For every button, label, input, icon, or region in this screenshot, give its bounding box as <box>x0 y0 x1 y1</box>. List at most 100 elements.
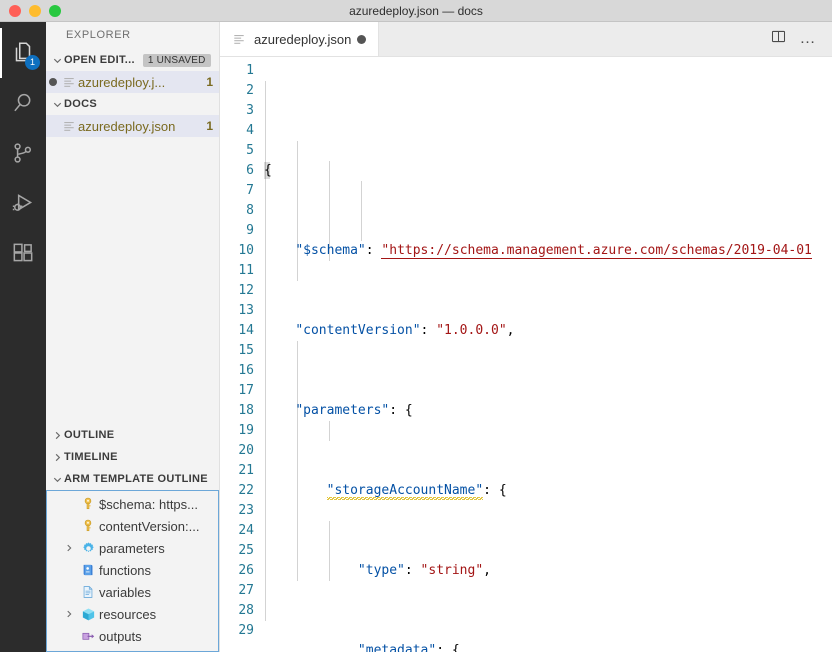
outline-label: OUTLINE <box>64 429 114 441</box>
arm-item-schema[interactable]: $schema: https... <box>47 493 218 515</box>
activity-item-search[interactable] <box>0 78 46 128</box>
token-type-value: "string" <box>421 563 484 578</box>
line-number: 29 <box>220 621 264 641</box>
section-header-arm-template-outline[interactable]: ARM TEMPLATE OUTLINE <box>46 468 219 490</box>
json-file-icon <box>60 120 78 132</box>
line-number: 8 <box>220 201 264 221</box>
chevron-right-icon <box>50 450 64 464</box>
open-editor-problem-count: 1 <box>200 75 213 89</box>
line-number: 25 <box>220 541 264 561</box>
zoom-window-button[interactable] <box>49 5 61 17</box>
chevron-right-icon[interactable] <box>61 543 77 553</box>
line-number: 28 <box>220 601 264 621</box>
source-control-icon <box>10 140 36 166</box>
line-number: 13 <box>220 301 264 321</box>
line-number: 2 <box>220 81 264 101</box>
chevron-down-icon <box>50 472 64 486</box>
line-number: 4 <box>220 121 264 141</box>
line-number: 22 <box>220 481 264 501</box>
line-number: 17 <box>220 381 264 401</box>
arm-item-outputs[interactable]: outputs <box>47 625 218 647</box>
tab-label: azuredeploy.json <box>254 32 351 47</box>
docs-label: DOCS <box>64 98 97 110</box>
json-file-icon <box>230 33 248 45</box>
line-number: 18 <box>220 401 264 421</box>
line-number: 19 <box>220 421 264 441</box>
arm-item-parameters[interactable]: parameters <box>47 537 218 559</box>
extensions-icon <box>10 240 36 266</box>
arm-item-label: variables <box>99 585 151 600</box>
section-header-timeline[interactable]: TIMELINE <box>46 446 219 468</box>
editor-group: azuredeploy.json … <box>220 22 832 652</box>
explorer-sidebar: EXPLORER OPEN EDIT... 1 UNSAVED azuredep… <box>46 22 220 652</box>
split-editor-button[interactable] <box>764 25 792 53</box>
dirty-indicator-icon <box>46 78 60 86</box>
token-storage-account-name-key: "storageAccountName" <box>327 483 484 500</box>
section-header-docs[interactable]: DOCS <box>46 93 219 115</box>
code-line: "type": "string", <box>264 561 832 581</box>
window-controls[interactable] <box>0 5 61 17</box>
arm-item-resources[interactable]: resources <box>47 603 218 625</box>
editor-tab-bar: azuredeploy.json … <box>220 22 832 57</box>
minimize-window-button[interactable] <box>29 5 41 17</box>
token-content-version-value: "1.0.0.0" <box>436 323 506 338</box>
window-title: azuredeploy.json — docs <box>0 0 832 22</box>
activity-item-extensions[interactable] <box>0 228 46 278</box>
docs-file-item[interactable]: azuredeploy.json 1 <box>46 115 219 137</box>
code-content[interactable]: { "$schema": "https://schema.management.… <box>264 57 832 652</box>
chevron-down-icon <box>50 53 64 67</box>
ellipsis-icon: … <box>800 31 817 47</box>
line-number: 7 <box>220 181 264 201</box>
split-editor-icon <box>771 29 786 49</box>
code-line: "parameters": { <box>264 401 832 421</box>
document-icon <box>77 585 99 599</box>
activity-item-explorer[interactable]: 1 <box>0 28 46 78</box>
open-editors-label: OPEN EDIT... <box>64 54 135 66</box>
unsaved-badge: 1 UNSAVED <box>143 54 211 67</box>
arm-item-variables[interactable]: variables <box>47 581 218 603</box>
chevron-right-icon[interactable] <box>61 609 77 619</box>
docs-file-name: azuredeploy.json <box>78 119 200 134</box>
code-line: "metadata": { <box>264 641 832 652</box>
json-file-icon <box>60 76 78 88</box>
line-number: 27 <box>220 581 264 601</box>
arm-item-label: contentVersion:... <box>99 519 199 534</box>
token-type-key: "type" <box>358 563 405 578</box>
activity-bar: 1 <box>0 22 46 652</box>
search-icon <box>10 90 36 116</box>
arm-item-content-version[interactable]: contentVersion:... <box>47 515 218 537</box>
more-actions-button[interactable]: … <box>794 25 822 53</box>
line-number: 24 <box>220 521 264 541</box>
line-number: 3 <box>220 101 264 121</box>
run-debug-icon <box>10 190 36 216</box>
docs-tree-body <box>46 137 219 424</box>
activity-item-source-control[interactable] <box>0 128 46 178</box>
tab-dirty-indicator-icon[interactable] <box>357 35 366 44</box>
line-number: 15 <box>220 341 264 361</box>
token-schema-url[interactable]: "https://schema.management.azure.com/sch… <box>381 243 811 259</box>
book-icon <box>77 563 99 577</box>
arm-item-label: functions <box>99 563 151 578</box>
activity-item-run-and-debug[interactable] <box>0 178 46 228</box>
workbench: 1 <box>0 22 832 652</box>
key-icon <box>77 497 99 511</box>
tab-azuredeploy-json[interactable]: azuredeploy.json <box>220 22 379 56</box>
close-window-button[interactable] <box>9 5 21 17</box>
line-number: 26 <box>220 561 264 581</box>
open-editor-item[interactable]: azuredeploy.j... 1 <box>46 71 219 93</box>
line-number: 14 <box>220 321 264 341</box>
vscode-window: azuredeploy.json — docs 1 <box>0 0 832 652</box>
line-number: 10 <box>220 241 264 261</box>
editor-actions: … <box>764 22 832 56</box>
gear-icon <box>77 541 99 556</box>
arm-item-functions[interactable]: functions <box>47 559 218 581</box>
token-content-version-key: "contentVersion" <box>295 323 420 338</box>
text-cursor-top <box>264 162 270 179</box>
code-line: "contentVersion": "1.0.0.0", <box>264 321 832 341</box>
section-header-open-editors[interactable]: OPEN EDIT... 1 UNSAVED <box>46 49 219 71</box>
arm-item-label: parameters <box>99 541 165 556</box>
token-schema-key: "$schema" <box>295 243 365 258</box>
code-editor[interactable]: 1 2 3 4 5 6 7 8 9 10 11 12 13 14 15 16 1 <box>220 57 832 652</box>
section-header-outline[interactable]: OUTLINE <box>46 424 219 446</box>
arm-item-label: $schema: https... <box>99 497 198 512</box>
